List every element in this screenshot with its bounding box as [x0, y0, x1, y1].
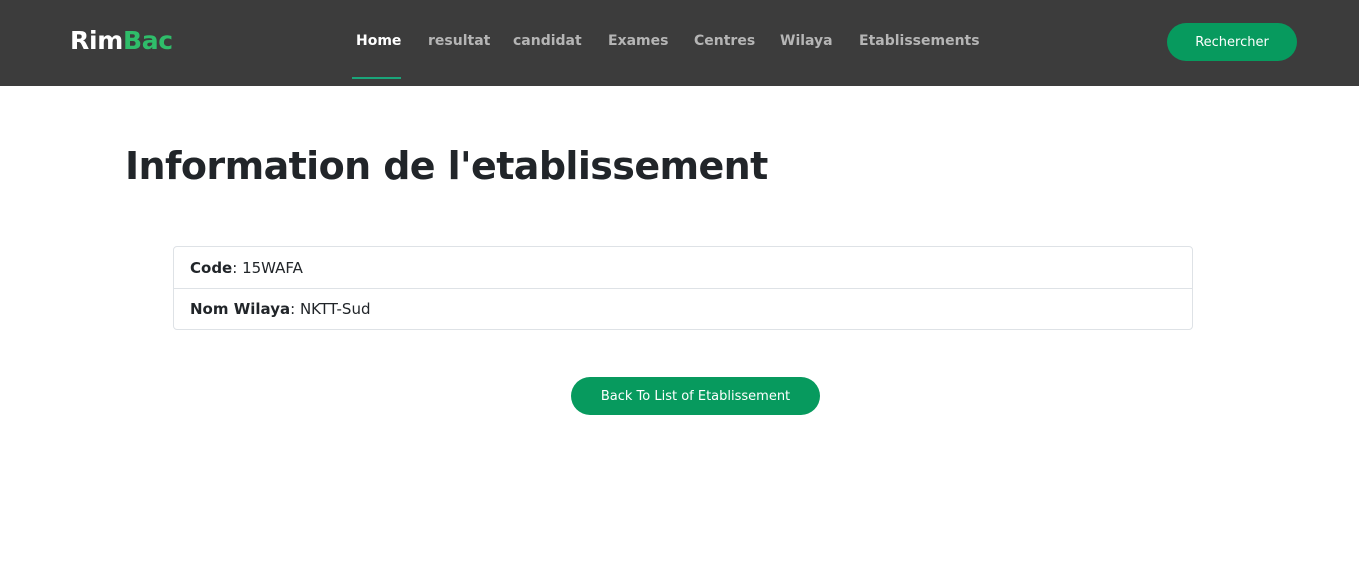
- nav-item-candidat[interactable]: candidat: [513, 32, 582, 50]
- detail-value: NKTT-Sud: [299, 300, 371, 318]
- nav-item-centres[interactable]: Centres: [694, 32, 755, 50]
- detail-key: Nom Wilaya: [190, 300, 291, 318]
- detail-row-code: Code: 15WAFA: [174, 247, 1192, 288]
- nav-item-etablissements[interactable]: Etablissements: [859, 32, 980, 50]
- detail-key: Code: [190, 258, 233, 277]
- nav-item-resultat[interactable]: resultat: [428, 32, 490, 50]
- active-nav-indicator: [352, 77, 401, 79]
- back-to-list-button[interactable]: Back To List of Etablissement: [571, 377, 820, 415]
- detail-row-nom-wilaya: Nom Wilaya: NKTT-Sud: [174, 288, 1192, 329]
- rechercher-button[interactable]: Rechercher: [1167, 23, 1297, 61]
- etablissement-details-list: Code: 15WAFA Nom Wilaya: NKTT-Sud: [173, 246, 1193, 330]
- nav-item-exames[interactable]: Exames: [608, 32, 668, 50]
- detail-value: 15WAFA: [242, 258, 303, 277]
- detail-separator: :: [232, 258, 243, 277]
- page-title: Information de l'etablissement: [125, 144, 768, 188]
- nav-item-wilaya[interactable]: Wilaya: [780, 32, 833, 50]
- main-nav: Home resultat candidat Exames Centres Wi…: [0, 0, 1359, 86]
- nav-item-home[interactable]: Home: [356, 32, 401, 50]
- detail-separator: :: [290, 300, 300, 318]
- navbar: RimBac Home resultat candidat Exames Cen…: [0, 0, 1359, 86]
